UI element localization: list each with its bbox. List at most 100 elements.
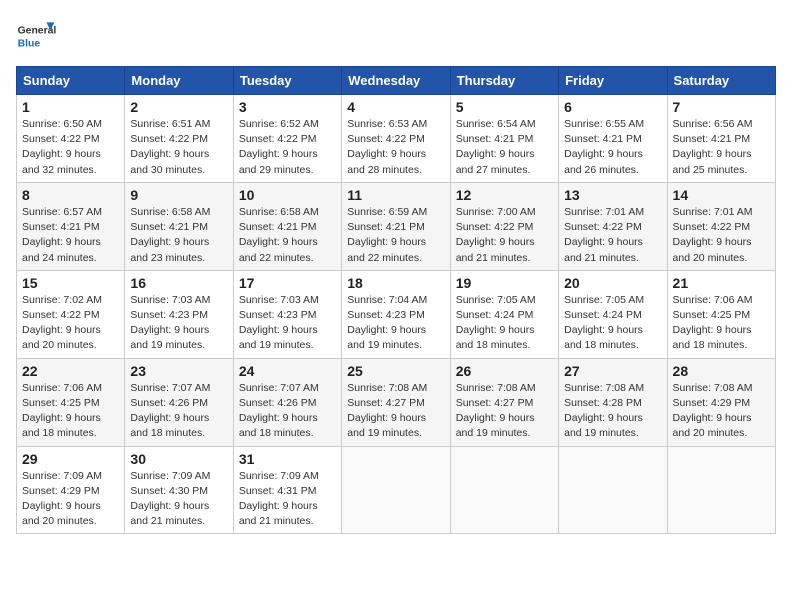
page-header: General Blue [16, 16, 776, 56]
day-number: 24 [239, 363, 336, 379]
day-detail: Sunrise: 6:58 AMSunset: 4:21 PMDaylight:… [130, 206, 210, 264]
calendar-cell: 23 Sunrise: 7:07 AMSunset: 4:26 PMDaylig… [125, 358, 233, 446]
day-number: 5 [456, 99, 553, 115]
day-detail: Sunrise: 7:03 AMSunset: 4:23 PMDaylight:… [130, 294, 210, 352]
calendar-cell [559, 446, 667, 534]
day-detail: Sunrise: 6:54 AMSunset: 4:21 PMDaylight:… [456, 118, 536, 176]
day-detail: Sunrise: 6:59 AMSunset: 4:21 PMDaylight:… [347, 206, 427, 264]
calendar-cell: 8 Sunrise: 6:57 AMSunset: 4:21 PMDayligh… [17, 182, 125, 270]
day-detail: Sunrise: 6:55 AMSunset: 4:21 PMDaylight:… [564, 118, 644, 176]
weekday-header-cell: Friday [559, 67, 667, 95]
calendar-cell: 28 Sunrise: 7:08 AMSunset: 4:29 PMDaylig… [667, 358, 775, 446]
day-detail: Sunrise: 6:58 AMSunset: 4:21 PMDaylight:… [239, 206, 319, 264]
day-detail: Sunrise: 7:09 AMSunset: 4:29 PMDaylight:… [22, 470, 102, 528]
calendar-cell: 24 Sunrise: 7:07 AMSunset: 4:26 PMDaylig… [233, 358, 341, 446]
calendar-cell: 19 Sunrise: 7:05 AMSunset: 4:24 PMDaylig… [450, 270, 558, 358]
day-detail: Sunrise: 7:09 AMSunset: 4:31 PMDaylight:… [239, 470, 319, 528]
day-number: 11 [347, 187, 444, 203]
weekday-header-cell: Thursday [450, 67, 558, 95]
weekday-header-cell: Wednesday [342, 67, 450, 95]
day-detail: Sunrise: 7:02 AMSunset: 4:22 PMDaylight:… [22, 294, 102, 352]
day-number: 22 [22, 363, 119, 379]
day-detail: Sunrise: 6:51 AMSunset: 4:22 PMDaylight:… [130, 118, 210, 176]
calendar-cell: 26 Sunrise: 7:08 AMSunset: 4:27 PMDaylig… [450, 358, 558, 446]
day-number: 1 [22, 99, 119, 115]
day-detail: Sunrise: 7:09 AMSunset: 4:30 PMDaylight:… [130, 470, 210, 528]
calendar-cell: 18 Sunrise: 7:04 AMSunset: 4:23 PMDaylig… [342, 270, 450, 358]
calendar-cell: 30 Sunrise: 7:09 AMSunset: 4:30 PMDaylig… [125, 446, 233, 534]
day-detail: Sunrise: 6:56 AMSunset: 4:21 PMDaylight:… [673, 118, 753, 176]
day-detail: Sunrise: 7:00 AMSunset: 4:22 PMDaylight:… [456, 206, 536, 264]
day-number: 2 [130, 99, 227, 115]
day-number: 31 [239, 451, 336, 467]
calendar-cell: 22 Sunrise: 7:06 AMSunset: 4:25 PMDaylig… [17, 358, 125, 446]
day-detail: Sunrise: 7:08 AMSunset: 4:27 PMDaylight:… [347, 382, 427, 440]
calendar-cell: 9 Sunrise: 6:58 AMSunset: 4:21 PMDayligh… [125, 182, 233, 270]
calendar-cell: 4 Sunrise: 6:53 AMSunset: 4:22 PMDayligh… [342, 95, 450, 183]
day-number: 27 [564, 363, 661, 379]
day-detail: Sunrise: 7:07 AMSunset: 4:26 PMDaylight:… [239, 382, 319, 440]
day-detail: Sunrise: 6:53 AMSunset: 4:22 PMDaylight:… [347, 118, 427, 176]
day-detail: Sunrise: 6:50 AMSunset: 4:22 PMDaylight:… [22, 118, 102, 176]
day-number: 7 [673, 99, 770, 115]
day-number: 18 [347, 275, 444, 291]
calendar-cell: 11 Sunrise: 6:59 AMSunset: 4:21 PMDaylig… [342, 182, 450, 270]
day-number: 10 [239, 187, 336, 203]
day-detail: Sunrise: 7:08 AMSunset: 4:29 PMDaylight:… [673, 382, 753, 440]
day-number: 16 [130, 275, 227, 291]
day-number: 23 [130, 363, 227, 379]
day-number: 3 [239, 99, 336, 115]
day-number: 20 [564, 275, 661, 291]
svg-text:Blue: Blue [18, 38, 41, 49]
day-detail: Sunrise: 7:01 AMSunset: 4:22 PMDaylight:… [673, 206, 753, 264]
day-detail: Sunrise: 7:07 AMSunset: 4:26 PMDaylight:… [130, 382, 210, 440]
day-detail: Sunrise: 6:52 AMSunset: 4:22 PMDaylight:… [239, 118, 319, 176]
calendar-cell [667, 446, 775, 534]
weekday-header-cell: Tuesday [233, 67, 341, 95]
day-detail: Sunrise: 7:04 AMSunset: 4:23 PMDaylight:… [347, 294, 427, 352]
day-number: 26 [456, 363, 553, 379]
calendar-cell [450, 446, 558, 534]
calendar-cell: 31 Sunrise: 7:09 AMSunset: 4:31 PMDaylig… [233, 446, 341, 534]
calendar-cell: 15 Sunrise: 7:02 AMSunset: 4:22 PMDaylig… [17, 270, 125, 358]
day-number: 6 [564, 99, 661, 115]
calendar-cell: 2 Sunrise: 6:51 AMSunset: 4:22 PMDayligh… [125, 95, 233, 183]
day-number: 12 [456, 187, 553, 203]
calendar-cell: 21 Sunrise: 7:06 AMSunset: 4:25 PMDaylig… [667, 270, 775, 358]
calendar-cell: 13 Sunrise: 7:01 AMSunset: 4:22 PMDaylig… [559, 182, 667, 270]
day-number: 19 [456, 275, 553, 291]
calendar-cell: 29 Sunrise: 7:09 AMSunset: 4:29 PMDaylig… [17, 446, 125, 534]
weekday-header-row: SundayMondayTuesdayWednesdayThursdayFrid… [17, 67, 776, 95]
calendar-cell: 20 Sunrise: 7:05 AMSunset: 4:24 PMDaylig… [559, 270, 667, 358]
calendar-table: SundayMondayTuesdayWednesdayThursdayFrid… [16, 66, 776, 534]
day-number: 25 [347, 363, 444, 379]
weekday-header-cell: Saturday [667, 67, 775, 95]
calendar-cell: 10 Sunrise: 6:58 AMSunset: 4:21 PMDaylig… [233, 182, 341, 270]
day-number: 8 [22, 187, 119, 203]
day-number: 9 [130, 187, 227, 203]
calendar-cell: 1 Sunrise: 6:50 AMSunset: 4:22 PMDayligh… [17, 95, 125, 183]
weekday-header-cell: Sunday [17, 67, 125, 95]
day-detail: Sunrise: 6:57 AMSunset: 4:21 PMDaylight:… [22, 206, 102, 264]
day-detail: Sunrise: 7:06 AMSunset: 4:25 PMDaylight:… [673, 294, 753, 352]
weekday-header-cell: Monday [125, 67, 233, 95]
calendar-cell: 14 Sunrise: 7:01 AMSunset: 4:22 PMDaylig… [667, 182, 775, 270]
day-number: 28 [673, 363, 770, 379]
day-detail: Sunrise: 7:05 AMSunset: 4:24 PMDaylight:… [456, 294, 536, 352]
day-number: 13 [564, 187, 661, 203]
day-number: 30 [130, 451, 227, 467]
calendar-cell: 25 Sunrise: 7:08 AMSunset: 4:27 PMDaylig… [342, 358, 450, 446]
calendar-cell: 7 Sunrise: 6:56 AMSunset: 4:21 PMDayligh… [667, 95, 775, 183]
calendar-cell: 12 Sunrise: 7:00 AMSunset: 4:22 PMDaylig… [450, 182, 558, 270]
day-number: 17 [239, 275, 336, 291]
day-number: 14 [673, 187, 770, 203]
day-number: 29 [22, 451, 119, 467]
logo: General Blue [16, 16, 60, 56]
day-detail: Sunrise: 7:08 AMSunset: 4:28 PMDaylight:… [564, 382, 644, 440]
calendar-cell [342, 446, 450, 534]
day-detail: Sunrise: 7:01 AMSunset: 4:22 PMDaylight:… [564, 206, 644, 264]
calendar-cell: 3 Sunrise: 6:52 AMSunset: 4:22 PMDayligh… [233, 95, 341, 183]
day-number: 4 [347, 99, 444, 115]
day-detail: Sunrise: 7:03 AMSunset: 4:23 PMDaylight:… [239, 294, 319, 352]
calendar-cell: 5 Sunrise: 6:54 AMSunset: 4:21 PMDayligh… [450, 95, 558, 183]
